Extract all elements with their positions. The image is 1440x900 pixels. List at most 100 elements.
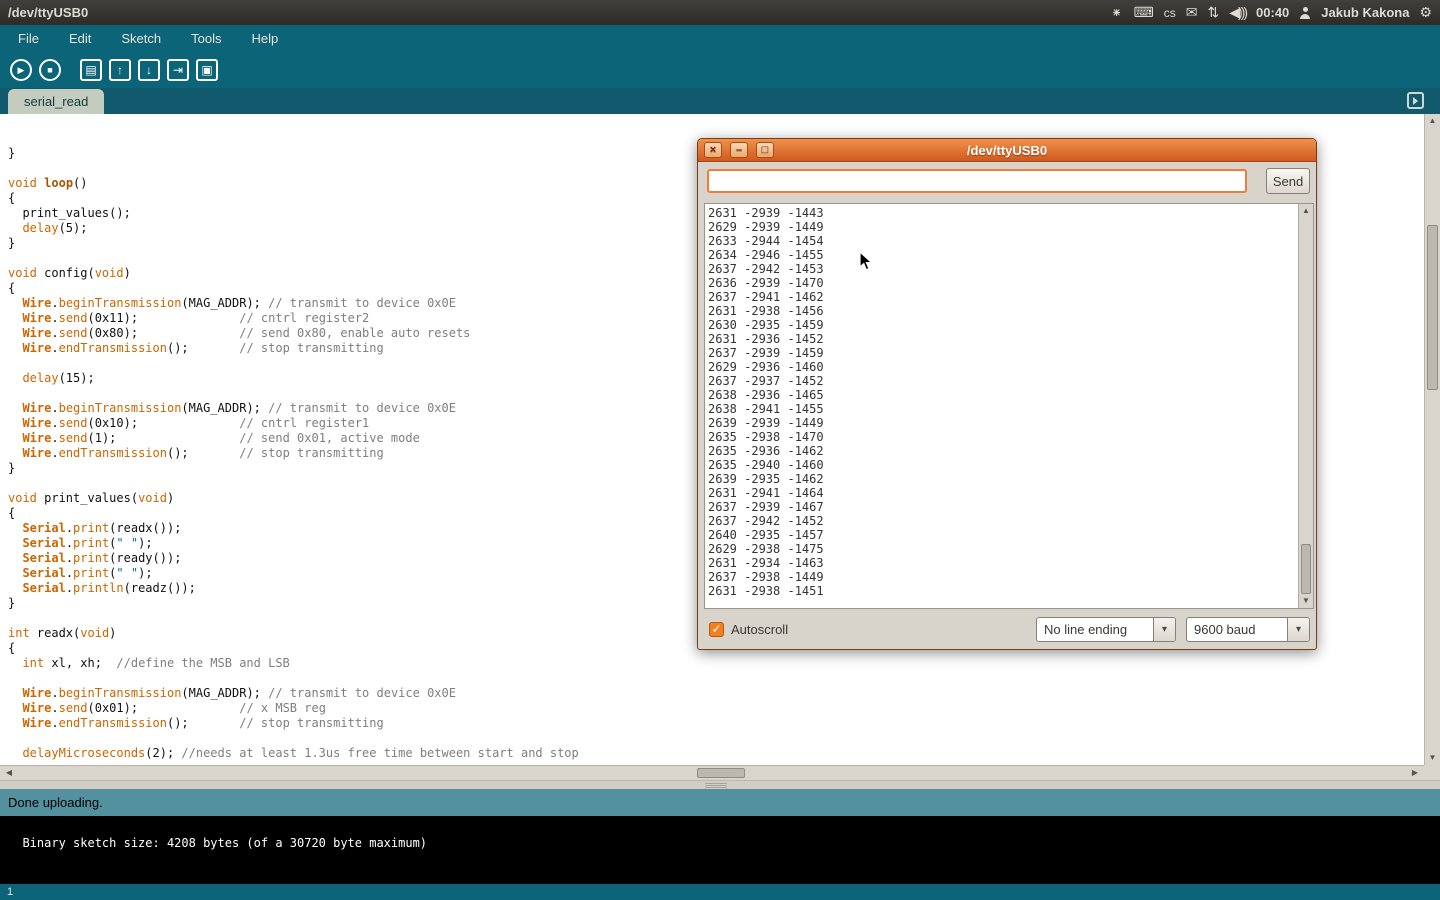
serial-line: 2638 -2936 -1465 bbox=[708, 388, 1296, 402]
line-ending-select[interactable]: No line ending ▾ bbox=[1036, 617, 1176, 642]
baud-value: 9600 baud bbox=[1187, 618, 1287, 641]
upload-button[interactable]: ⇥ bbox=[167, 59, 189, 81]
scrollbar-corner bbox=[1424, 765, 1440, 780]
serial-line: 2629 -2939 -1449 bbox=[708, 220, 1296, 234]
serial-line: 2637 -2941 -1462 bbox=[708, 290, 1296, 304]
serial-line: 2631 -2939 -1443 bbox=[708, 206, 1296, 220]
editor-vertical-scrollbar[interactable]: ▲ ▼ bbox=[1424, 114, 1440, 765]
menu-file[interactable]: File bbox=[14, 29, 43, 48]
star-indicator-icon[interactable]: +× bbox=[1110, 6, 1124, 20]
dropdown-arrow-icon[interactable]: ▾ bbox=[1287, 618, 1309, 641]
console-text: Binary sketch size: 4208 bytes (of a 307… bbox=[22, 836, 427, 850]
open-button[interactable]: ↑ bbox=[109, 59, 131, 81]
menu-sketch[interactable]: Sketch bbox=[117, 29, 165, 48]
scroll-up-icon[interactable]: ▲ bbox=[1299, 204, 1313, 218]
serial-line: 2631 -2936 -1452 bbox=[708, 332, 1296, 346]
save-button[interactable]: ↓ bbox=[138, 59, 160, 81]
user-icon bbox=[1299, 7, 1311, 19]
status-bar: Done uploading. bbox=[0, 789, 1440, 816]
serial-line: 2629 -2938 -1475 bbox=[708, 542, 1296, 556]
tab-menu-arrow-icon bbox=[1413, 97, 1418, 105]
gear-icon[interactable]: ⚙ bbox=[1419, 4, 1432, 21]
serial-monitor-titlebar[interactable]: × – □ /dev/ttyUSB0 bbox=[698, 139, 1316, 162]
serial-line: 2631 -2934 -1463 bbox=[708, 556, 1296, 570]
console-output: Binary sketch size: 4208 bytes (of a 307… bbox=[0, 816, 1440, 884]
close-button[interactable]: × bbox=[704, 142, 722, 158]
serial-line: 2637 -2938 -1449 bbox=[708, 570, 1296, 584]
serial-scroll-thumb[interactable] bbox=[1301, 544, 1311, 594]
editor-horizontal-scrollbar[interactable]: ◀ ▶ bbox=[0, 765, 1424, 780]
scroll-down-icon[interactable]: ▼ bbox=[1425, 751, 1440, 765]
tab-serial-read[interactable]: serial_read bbox=[8, 89, 104, 114]
tab-menu-button[interactable] bbox=[1407, 92, 1424, 109]
code-line: delayMicroseconds(2); //needs at least 1… bbox=[8, 746, 1424, 761]
serial-line: 2640 -2935 -1457 bbox=[708, 528, 1296, 542]
arrow-right-icon: ⇥ bbox=[173, 63, 183, 77]
serial-output-area[interactable]: 2631 -2939 -14432629 -2939 -14492633 -29… bbox=[704, 203, 1314, 609]
serial-line: 2636 -2939 -1470 bbox=[708, 276, 1296, 290]
tab-label: serial_read bbox=[24, 94, 88, 109]
user-name[interactable]: Jakub Kakona bbox=[1321, 5, 1409, 20]
serial-line: 2630 -2935 -1459 bbox=[708, 318, 1296, 332]
serial-monitor-title: /dev/ttyUSB0 bbox=[967, 143, 1047, 158]
editor-console-splitter[interactable] bbox=[0, 780, 1440, 789]
window-title: /dev/ttyUSB0 bbox=[8, 5, 88, 20]
code-line bbox=[8, 671, 1424, 686]
scroll-left-icon[interactable]: ◀ bbox=[2, 766, 16, 780]
arrow-up-icon: ↑ bbox=[117, 63, 123, 77]
menu-edit[interactable]: Edit bbox=[65, 29, 95, 48]
arrow-down-icon: ↓ bbox=[146, 63, 152, 77]
scroll-down-icon[interactable]: ▼ bbox=[1299, 594, 1313, 608]
vertical-scroll-thumb[interactable] bbox=[1427, 225, 1438, 390]
volume-icon[interactable]: ◀))) bbox=[1229, 4, 1246, 21]
autoscroll-checkbox[interactable]: ✓ bbox=[709, 622, 724, 637]
scroll-right-icon[interactable]: ▶ bbox=[1408, 766, 1422, 780]
dropdown-arrow-icon[interactable]: ▾ bbox=[1153, 618, 1175, 641]
panel-indicators: +× ⌨ cs ✉ ⇅ ◀))) 00:40 Jakub Kakona ⚙ bbox=[1110, 4, 1432, 21]
mail-icon[interactable]: ✉ bbox=[1186, 4, 1198, 21]
send-button[interactable]: Send bbox=[1266, 168, 1310, 194]
serial-scrollbar[interactable]: ▲ ▼ bbox=[1298, 204, 1313, 608]
serial-line: 2637 -2942 -1453 bbox=[708, 262, 1296, 276]
serial-monitor-button[interactable]: ▣ bbox=[196, 59, 218, 81]
serial-send-input[interactable] bbox=[707, 169, 1247, 193]
code-line: int xl, xh; //define the MSB and LSB bbox=[8, 656, 1424, 671]
serial-monitor-window: × – □ /dev/ttyUSB0 Send 2631 -2939 -1443… bbox=[697, 138, 1317, 650]
scroll-up-icon[interactable]: ▲ bbox=[1425, 114, 1440, 128]
maximize-button[interactable]: □ bbox=[756, 142, 774, 158]
clock[interactable]: 00:40 bbox=[1256, 5, 1289, 20]
serial-line: 2631 -2938 -1456 bbox=[708, 304, 1296, 318]
serial-line: 2637 -2939 -1459 bbox=[708, 346, 1296, 360]
serial-output: 2631 -2939 -14432629 -2939 -14492633 -29… bbox=[708, 206, 1296, 606]
line-ending-value: No line ending bbox=[1037, 618, 1153, 641]
verify-button[interactable]: ▶ bbox=[10, 59, 32, 81]
code-line: Wire.endTransmission(); // stop transmit… bbox=[8, 716, 1424, 731]
serial-line: 2639 -2935 -1462 bbox=[708, 472, 1296, 486]
stop-button[interactable]: ■ bbox=[39, 59, 61, 81]
system-top-panel: /dev/ttyUSB0 +× ⌨ cs ✉ ⇅ ◀))) 00:40 Jaku… bbox=[0, 0, 1440, 25]
toolbar-buttons: ▶ ■ ▤ ↑ ↓ ⇥ ▣ bbox=[0, 52, 1440, 88]
serial-line: 2633 -2944 -1454 bbox=[708, 234, 1296, 248]
serial-line: 2634 -2946 -1455 bbox=[708, 248, 1296, 262]
close-icon: × bbox=[710, 145, 716, 156]
serial-line: 2635 -2940 -1460 bbox=[708, 458, 1296, 472]
baud-select[interactable]: 9600 baud ▾ bbox=[1186, 617, 1310, 642]
new-sketch-button[interactable]: ▤ bbox=[80, 59, 102, 81]
horizontal-scroll-thumb[interactable] bbox=[697, 768, 745, 778]
serial-line: 2631 -2938 -1451 bbox=[708, 584, 1296, 598]
menu-tools[interactable]: Tools bbox=[187, 29, 225, 48]
serial-line: 2638 -2941 -1455 bbox=[708, 402, 1296, 416]
splitter-handle-icon[interactable] bbox=[705, 783, 727, 788]
network-arrows-icon[interactable]: ⇅ bbox=[1208, 4, 1220, 21]
code-line: Wire.beginTransmission(MAG_ADDR); // tra… bbox=[8, 686, 1424, 701]
page-icon: ▤ bbox=[85, 63, 96, 77]
menu-help[interactable]: Help bbox=[247, 29, 282, 48]
keyboard-icon[interactable]: ⌨ bbox=[1134, 4, 1154, 21]
keyboard-layout-label[interactable]: cs bbox=[1164, 6, 1176, 20]
window-controls: × – □ bbox=[704, 142, 774, 158]
autoscroll-label: Autoscroll bbox=[731, 622, 788, 637]
minimize-button[interactable]: – bbox=[730, 142, 748, 158]
line-number-bar: 1 bbox=[0, 884, 1440, 900]
code-line: Wire.send(0x01); // x MSB reg bbox=[8, 701, 1424, 716]
mouse-cursor-icon bbox=[859, 251, 873, 277]
